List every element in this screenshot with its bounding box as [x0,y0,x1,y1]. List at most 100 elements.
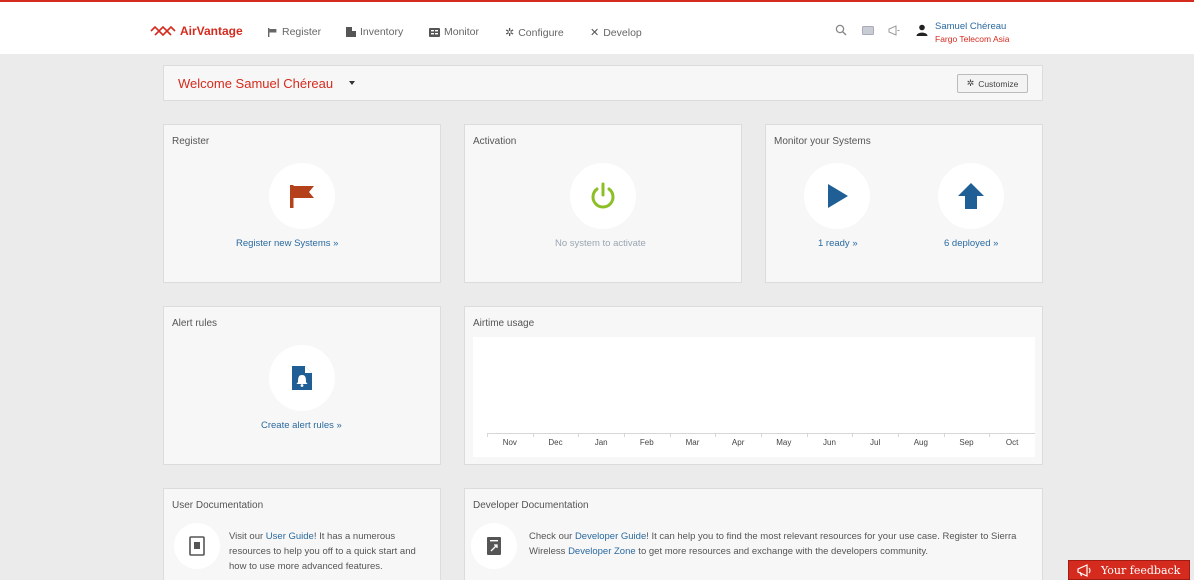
nav-monitor-label: Monitor [444,26,480,38]
activation-panel: Activation No system to activate [464,124,742,283]
user-guide-link[interactable]: User Guide [266,531,314,542]
developer-documentation-panel: Developer Documentation Check our Develo… [464,488,1043,580]
x-axis-tick [578,433,580,437]
megaphone-icon[interactable] [888,25,900,36]
nav-develop-label: Develop [603,26,642,39]
x-axis-tick-label: Oct [1005,438,1019,447]
x-axis-tick [943,433,945,437]
user-name: Samuel Chéreau [935,21,1007,32]
welcome-title[interactable]: Welcome Samuel Chéreau [178,76,333,91]
nav-register-label: Register [282,26,322,38]
alert-document-icon [292,366,312,390]
developer-guide-icon [487,537,501,555]
developer-guide-text: Check our Developer Guide! It can help y… [529,529,1029,559]
alert-rules-panel-title: Alert rules [172,318,218,329]
x-axis-tick-label: Mar [685,438,700,447]
airtime-chart: Nov Dec Jan Feb Mar Apr May Jun Jul Aug Sep Oct [473,337,1035,457]
developer-guide-icon-circle [471,523,517,569]
customize-label: Customize [978,78,1019,89]
register-icon-circle[interactable] [269,163,335,229]
user-guide-icon [189,536,205,556]
user-menu[interactable]: Samuel Chéreau Fargo Telecom Asia [916,21,1010,45]
user-documentation-panel: User Documentation Visit our User Guide!… [163,488,441,580]
tools-icon: ✕ [590,27,600,39]
create-alert-rules-link[interactable]: Create alert rules » [261,420,342,431]
gear-icon: ✲ [505,27,515,39]
alert-rules-panel: Alert rules Create alert rules » [163,306,441,465]
x-axis-tick [487,433,488,437]
brand-logo[interactable]: AirVantage [150,24,243,38]
arrow-up-icon [958,183,984,209]
play-icon [828,184,848,208]
x-axis-tick [852,433,854,437]
x-axis-tick [669,433,671,437]
user-guide-text-before: Visit our [229,531,266,542]
top-navbar: AirVantage Register Inventory Monitor ✲ … [0,2,1194,54]
airtime-usage-title: Airtime usage [473,318,535,329]
flag-icon [268,27,277,37]
x-axis-tick [806,433,808,437]
x-axis-tick [898,433,899,437]
x-axis-tick [624,433,625,437]
user-guide-text: Visit our User Guide! It has a numerous … [229,529,429,574]
user-documentation-title: User Documentation [172,500,264,511]
power-icon [591,182,615,209]
monitor-panel-title: Monitor your Systems [774,136,871,147]
register-panel-title: Register [172,136,210,147]
deployed-icon-circle[interactable] [938,163,1004,229]
nav-develop[interactable]: ✕ Develop [590,26,642,40]
activation-status: No system to activate [555,238,646,249]
nav-inventory[interactable]: Inventory [346,26,403,38]
search-icon[interactable] [835,24,847,36]
inventory-icon [346,27,356,37]
x-axis-tick [989,433,991,437]
ready-systems-link[interactable]: 1 ready » [818,238,858,249]
activation-icon-circle [570,163,636,229]
x-axis-tick-label: Aug [913,438,928,447]
x-axis-tick-label: Jan [594,438,608,447]
nav-configure-label: Configure [518,26,564,39]
gear-icon: ✲ [966,78,975,88]
monitor-icon [429,27,440,37]
nav-inventory-label: Inventory [360,26,404,38]
developer-documentation-title: Developer Documentation [473,500,589,511]
x-axis-tick-label: Nov [502,438,517,447]
x-axis-tick [761,433,762,437]
x-axis-tick-label: Apr [731,438,745,447]
welcome-bar: Welcome Samuel Chéreau ✲ Customize [163,65,1043,101]
brand-name: AirVantage [180,24,243,38]
x-axis-tick-label: Jul [870,438,881,447]
x-axis-tick [532,433,534,437]
ready-icon-circle[interactable] [804,163,870,229]
user-guide-icon-circle [174,523,220,569]
x-axis-tick-label: May [776,438,792,447]
message-icon[interactable] [862,26,874,35]
x-axis-tick-label: Feb [639,438,654,447]
deployed-systems-link[interactable]: 6 deployed » [944,238,998,249]
register-new-systems-link[interactable]: Register new Systems » [236,238,338,249]
developer-guide-text-before: Check our [529,531,575,542]
developer-zone-link[interactable]: Developer Zone [568,546,636,557]
developer-guide-text-after: to get more resources and exchange with … [635,546,929,557]
user-icon [916,24,928,36]
register-panel: Register Register new Systems » [163,124,441,283]
feedback-label: Your feedback [1101,563,1181,577]
x-axis-tick-label: Sep [959,438,974,447]
nav-register[interactable]: Register [268,26,321,38]
x-axis-tick-label: Dec [548,438,563,447]
caret-down-icon[interactable] [349,81,355,85]
megaphone-icon [1077,563,1091,577]
nav-configure[interactable]: ✲ Configure [505,26,564,40]
customize-button[interactable]: ✲ Customize [957,74,1028,93]
activation-panel-title: Activation [473,136,517,147]
x-axis-tick-label: Jun [823,438,836,447]
developer-guide-link[interactable]: Developer Guide [575,531,646,542]
alert-icon-circle[interactable] [269,345,335,411]
feedback-button[interactable]: Your feedback [1068,560,1190,580]
x-axis-tick [715,433,717,437]
nav-monitor[interactable]: Monitor [429,26,479,38]
airtime-usage-panel: Airtime usage Nov Dec Jan Feb Mar Apr May Jun Ju… [464,306,1043,465]
airvantage-logo-icon [150,25,176,37]
monitor-panel: Monitor your Systems 1 ready » 6 deploye… [765,124,1043,283]
user-organization: Fargo Telecom Asia [935,34,1010,44]
